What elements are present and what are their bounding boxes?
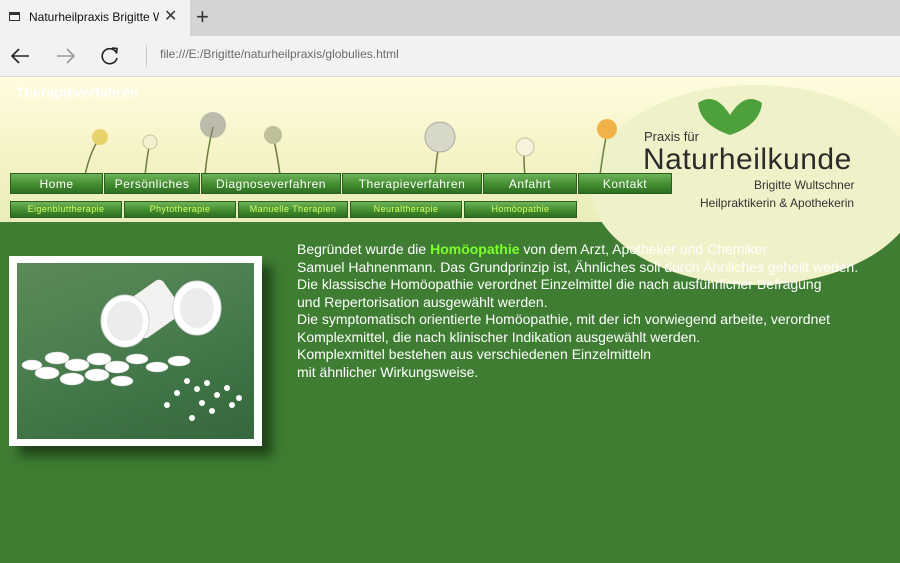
logo-subtitle: Heilpraktikerin & Apothekerin [700,196,855,210]
menu-item-therapieverfahren[interactable]: Therapieverfahren [342,173,482,194]
refresh-button[interactable] [96,42,124,70]
submenu-item-neuraltherapie[interactable]: Neuraltherapie [350,201,462,218]
photo-frame [9,256,262,446]
forward-button[interactable] [52,42,80,70]
content-line: Begründet wurde die Homöopathie von dem … [297,241,897,259]
content-line: Die klassische Homöopathie verordnet Ein… [297,276,822,292]
content-line: Komplexmittel, die nach klinischer Indik… [297,328,701,345]
submenu-item-manuelle-therapien[interactable]: Manuelle Therapien [238,201,348,218]
arrow-left-icon [10,48,29,64]
tab-title: Naturheilpraxis Brigitte W [29,10,159,24]
menu-item-diagnoseverfahren[interactable]: Diagnoseverfahren [201,173,341,194]
submenu-item-eigenbluttherapie[interactable]: Eigenbluttherapie [10,201,122,218]
content-text: Begründet wurde die Homöopathie von dem … [297,241,897,381]
submenu-item-homoeopathie[interactable]: Homöopathie [464,201,577,218]
menu-item-anfahrt[interactable]: Anfahrt [483,173,577,194]
content-line: Komplexmittel bestehen aus verschiedenen… [297,346,652,362]
back-button[interactable] [6,42,34,70]
content-line: mit ähnlicher Wirkungsweise. [297,363,479,380]
homoeopathie-highlight: Homöopathie [430,241,520,257]
address-separator [146,45,147,67]
content-line: Samuel Hahnenmann. Das Grundprinzip ist,… [297,258,859,275]
close-icon[interactable]: ✕ [164,8,177,26]
submenu-item-phytotherapie[interactable]: Phytotherapie [124,201,236,218]
tab-bar: Naturheilpraxis Brigitte W ✕ + [0,0,900,36]
content-line: und Repertorisation ausgewählt werden. [297,293,548,310]
page-icon [9,12,20,21]
browser-tab[interactable]: Naturheilpraxis Brigitte W ✕ [0,0,190,36]
flowers-illustration [84,112,617,176]
menu-item-kontakt[interactable]: Kontakt [578,173,672,194]
logo-name: Brigitte Wultschner [754,178,855,192]
content-line: Die symptomatisch orientierte Homöopathi… [297,311,831,327]
new-tab-button[interactable]: + [196,6,209,28]
menu-item-home[interactable]: Home [10,173,103,194]
logo-praxis-text: Praxis für [644,129,699,144]
globules-photo [17,263,254,439]
browser-toolbar: file:///E:/Brigitte/naturheilpraxis/glob… [0,36,900,77]
refresh-icon [101,47,118,65]
globules-illustration [21,279,242,421]
arrow-right-icon [57,48,76,64]
menu-item-persoenliches[interactable]: Persönliches [104,173,200,194]
content-text-post: von dem Arzt, Apotheker und Chemiker [519,241,768,257]
logo-title: Naturheilkunde [643,143,852,176]
address-bar[interactable]: file:///E:/Brigitte/naturheilpraxis/glob… [160,47,399,61]
web-page: Therapieverfahren Praxis für Naturheilku… [0,77,900,563]
content-text-pre: Begründet wurde die [297,241,431,257]
